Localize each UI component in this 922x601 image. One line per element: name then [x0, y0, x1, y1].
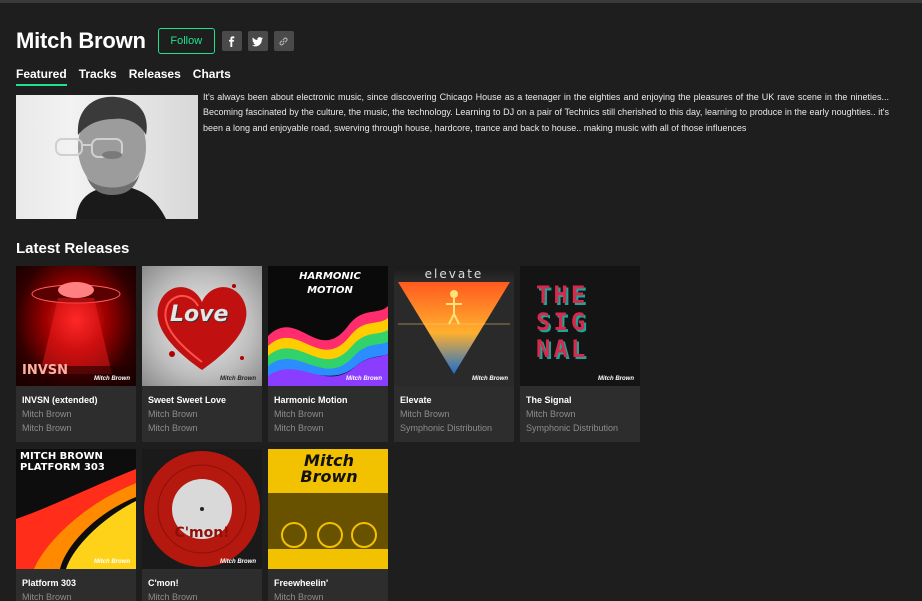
release-card[interactable]: MITCH BROWN PLATFORM 303 Mitch Brown Pla…	[16, 449, 136, 601]
release-artist[interactable]: Mitch Brown	[22, 409, 130, 419]
top-divider	[0, 0, 922, 3]
tab-tracks[interactable]: Tracks	[79, 67, 117, 86]
release-artist[interactable]: Mitch Brown	[274, 592, 382, 601]
release-artist[interactable]: Mitch Brown	[148, 592, 256, 601]
release-artist[interactable]: Mitch Brown	[274, 409, 382, 419]
release-label[interactable]: Mitch Brown	[274, 423, 382, 433]
artwork-text: HARMONIC MOTION	[299, 271, 361, 296]
artwork-signature: Mitch Brown	[300, 451, 358, 486]
artwork-signature: Mitch Brown	[346, 376, 382, 382]
facebook-share-button[interactable]	[221, 31, 242, 51]
release-artwork: MITCH BROWN PLATFORM 303 Mitch Brown	[16, 449, 136, 569]
artwork-text: C'mon!	[174, 525, 230, 541]
release-title[interactable]: Elevate	[400, 395, 508, 405]
release-card[interactable]: elevate Mitch Brown Elevate Mitch Brown …	[394, 266, 514, 442]
release-label[interactable]: Symphonic Distribution	[526, 423, 634, 433]
release-artwork: Mitch Brown freewheelin'	[268, 449, 388, 569]
release-artist[interactable]: Mitch Brown	[22, 592, 130, 601]
release-title[interactable]: Platform 303	[22, 578, 130, 588]
release-label[interactable]: Symphonic Distribution	[400, 423, 508, 433]
release-title[interactable]: The Signal	[526, 395, 634, 405]
release-card[interactable]: Mitch Brown freewheelin' Freewheelin' Mi…	[268, 449, 388, 601]
tab-featured[interactable]: Featured	[16, 67, 67, 86]
release-artwork: elevate Mitch Brown	[394, 266, 514, 386]
release-artwork: C'mon! Mitch Brown	[142, 449, 262, 569]
artwork-signature: Mitch Brown	[220, 376, 256, 382]
artwork-signature: Mitch Brown	[472, 376, 508, 382]
facebook-icon	[229, 35, 235, 47]
release-title[interactable]: C'mon!	[148, 578, 256, 588]
artwork-text: freewheelin'	[289, 552, 367, 565]
release-card[interactable]: C'mon! Mitch Brown C'mon! Mitch Brown	[142, 449, 262, 601]
release-card[interactable]: HARMONIC MOTION Mitch Brown Harmonic Mot…	[268, 266, 388, 442]
release-title[interactable]: Sweet Sweet Love	[148, 395, 256, 405]
release-card[interactable]: THE SIG NAL Mitch Brown The Signal Mitch…	[520, 266, 640, 442]
twitter-share-button[interactable]	[247, 31, 268, 51]
artwork-text: THE SIG NAL	[536, 281, 589, 363]
release-artist[interactable]: Mitch Brown	[526, 409, 634, 419]
release-title[interactable]: Harmonic Motion	[274, 395, 382, 405]
artist-name: Mitch Brown	[16, 28, 146, 53]
release-card[interactable]: INVSN Mitch Brown INVSN (extended) Mitch…	[16, 266, 136, 442]
artist-header: Mitch Brown Follow	[16, 28, 294, 54]
release-label[interactable]: Mitch Brown	[148, 423, 256, 433]
link-icon	[279, 37, 288, 45]
release-artwork: Love Mitch Brown	[142, 266, 262, 386]
artist-tabs: Featured Tracks Releases Charts	[16, 67, 231, 86]
artwork-text: INVSN	[22, 363, 69, 378]
release-artwork: HARMONIC MOTION Mitch Brown	[268, 266, 388, 386]
artwork-signature: Mitch Brown	[94, 559, 130, 565]
release-card[interactable]: Love Mitch Brown Sweet Sweet Love Mitch …	[142, 266, 262, 442]
release-title[interactable]: Freewheelin'	[274, 578, 382, 588]
artist-bio: It's always been about electronic music,…	[203, 92, 889, 133]
copy-link-button[interactable]	[273, 31, 294, 51]
tab-charts[interactable]: Charts	[193, 67, 231, 86]
tab-releases[interactable]: Releases	[129, 67, 181, 86]
artwork-text: elevate	[424, 267, 484, 281]
artwork-text: Love	[170, 302, 229, 327]
release-artwork: THE SIG NAL Mitch Brown	[520, 266, 640, 386]
artwork-signature: Mitch Brown	[220, 559, 256, 565]
artwork-signature: Mitch Brown	[94, 376, 130, 382]
artist-photo	[16, 95, 198, 219]
release-artist[interactable]: Mitch Brown	[148, 409, 256, 419]
release-artist[interactable]: Mitch Brown	[400, 409, 508, 419]
release-label[interactable]: Mitch Brown	[22, 423, 130, 433]
release-artwork: INVSN Mitch Brown	[16, 266, 136, 386]
artwork-text: MITCH BROWN PLATFORM 303	[20, 451, 105, 473]
artwork-signature: Mitch Brown	[598, 376, 634, 382]
latest-releases-title: Latest Releases	[16, 240, 130, 257]
release-title[interactable]: INVSN (extended)	[22, 395, 130, 405]
follow-button[interactable]: Follow	[157, 28, 215, 54]
twitter-icon	[252, 36, 264, 46]
